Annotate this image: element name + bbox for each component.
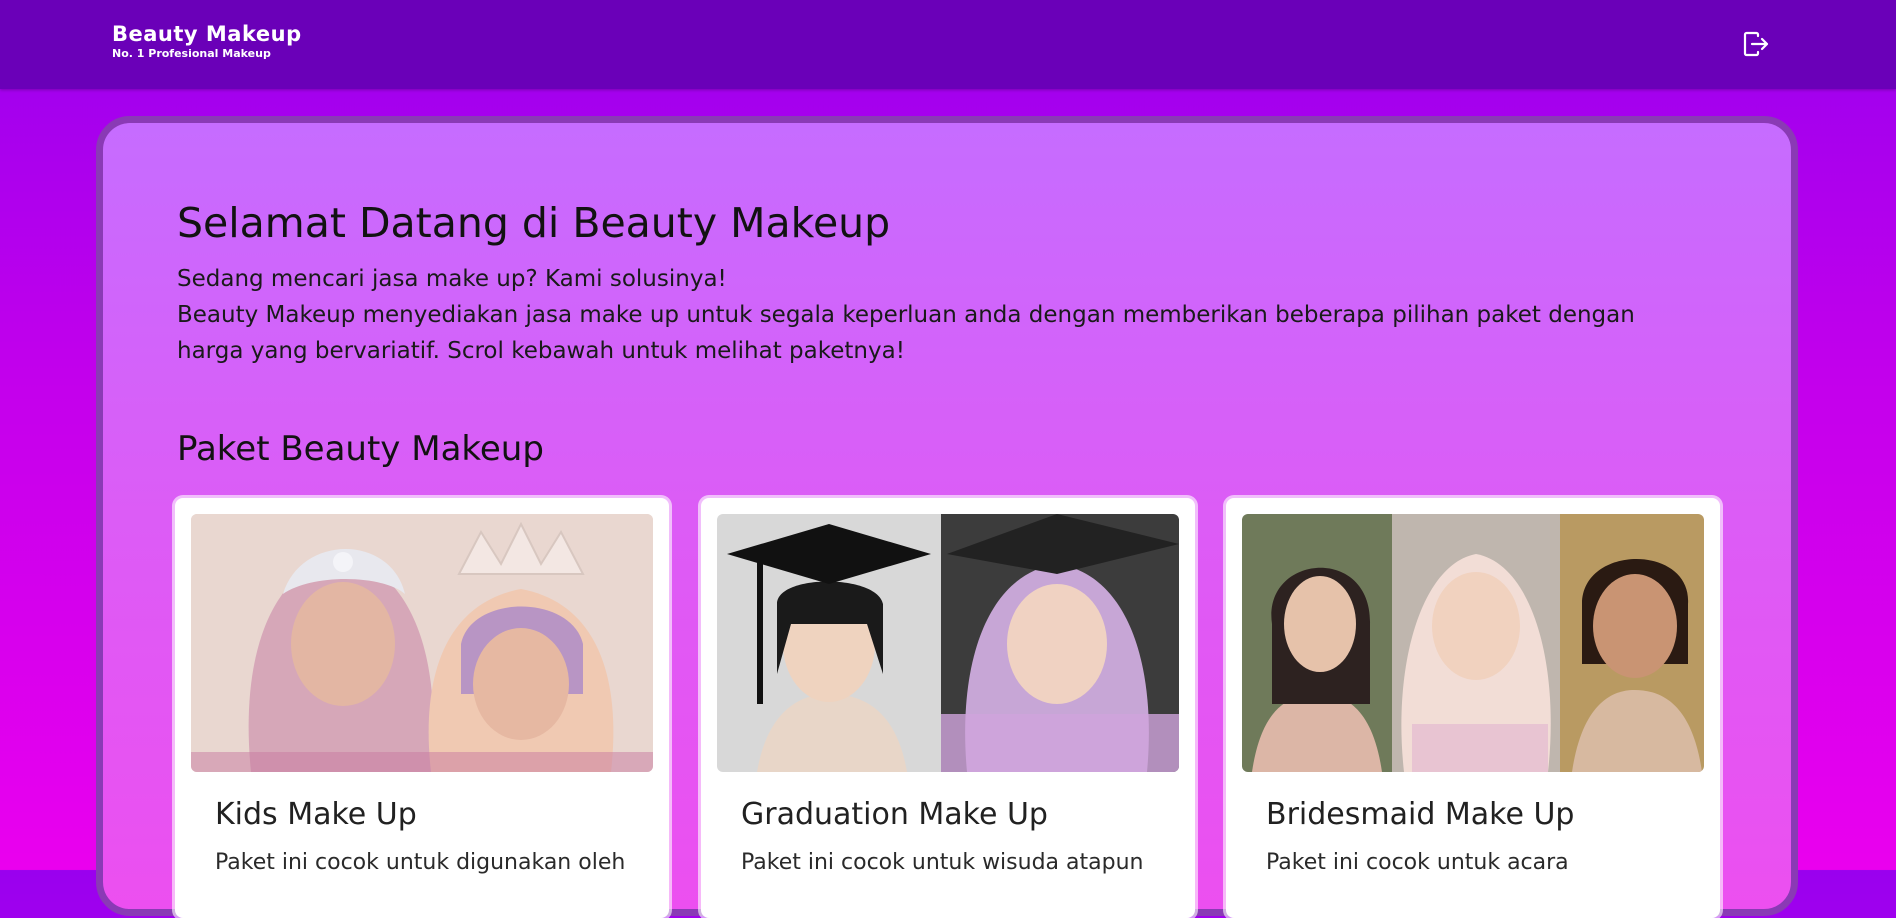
package-description-kids: Paket ini cocok untuk digunakan oleh [215, 850, 626, 875]
package-title-kids: Kids Make Up [215, 797, 417, 832]
package-description-bridesmaid: Paket ini cocok untuk acara [1266, 850, 1569, 875]
welcome-text-line1: Sedang mencari jasa make up? Kami solusi… [177, 266, 727, 292]
welcome-heading: Selamat Datang di Beauty Makeup [177, 199, 891, 247]
package-title-bridesmaid: Bridesmaid Make Up [1266, 797, 1575, 832]
brand-logo[interactable]: Beauty Makeup No. 1 Profesional Makeup [112, 22, 302, 60]
brand-title: Beauty Makeup [112, 22, 302, 46]
package-card-graduation[interactable]: Graduation Make Up Paket ini cocok untuk… [701, 498, 1195, 918]
package-image-kids [191, 514, 653, 772]
package-image-graduation [717, 514, 1179, 772]
brand-subtitle: No. 1 Profesional Makeup [112, 47, 271, 60]
package-image-bridesmaid [1242, 514, 1704, 772]
package-card-bridesmaid[interactable]: Bridesmaid Make Up Paket ini cocok untuk… [1226, 498, 1720, 918]
welcome-text-line2: Beauty Makeup menyediakan jasa make up u… [177, 302, 1635, 364]
package-card-kids[interactable]: Kids Make Up Paket ini cocok untuk digun… [175, 498, 669, 918]
package-title-graduation: Graduation Make Up [741, 797, 1048, 832]
navbar: Beauty Makeup No. 1 Profesional Makeup [0, 0, 1896, 89]
package-description-graduation: Paket ini cocok untuk wisuda atapun [741, 850, 1144, 875]
welcome-text: Sedang mencari jasa make up? Kami solusi… [177, 261, 1657, 369]
logout-icon[interactable] [1742, 30, 1770, 58]
packages-heading: Paket Beauty Makeup [177, 429, 544, 469]
